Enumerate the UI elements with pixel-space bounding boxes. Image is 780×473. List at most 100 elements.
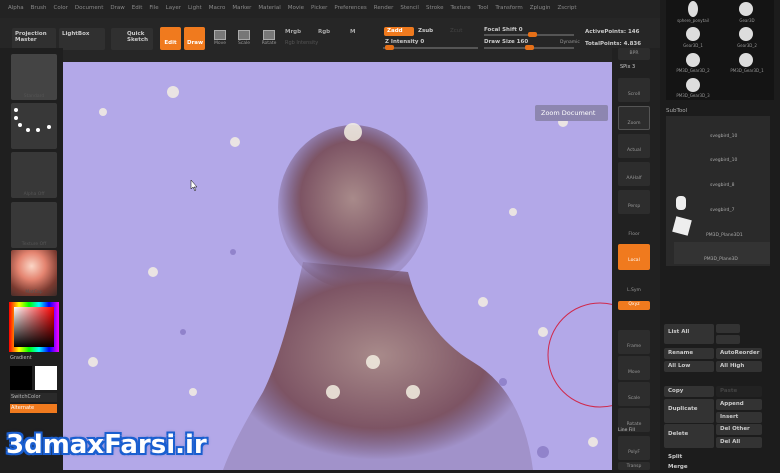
- shelf-spix[interactable]: SPix 3: [620, 64, 635, 70]
- zcut-button[interactable]: Zcut: [450, 28, 462, 34]
- scale-button[interactable]: Scale: [234, 30, 254, 46]
- copy-button[interactable]: Copy: [664, 386, 714, 397]
- menu-item-texture[interactable]: Texture: [451, 5, 471, 13]
- quick-sketch-button[interactable]: Quick Sketch: [111, 28, 153, 50]
- menu-item-marker[interactable]: Marker: [232, 5, 251, 13]
- menu-item-render[interactable]: Render: [374, 5, 394, 13]
- shelf-bpr[interactable]: BPR: [618, 48, 650, 60]
- color-square[interactable]: [14, 307, 54, 347]
- scale-icon: [238, 30, 250, 40]
- subtool-item[interactable]: svegbird_10: [674, 158, 770, 180]
- menu-item-tool[interactable]: Tool: [478, 5, 489, 13]
- alternate-button[interactable]: Alternate: [10, 404, 57, 413]
- dots-stroke-icon: [14, 108, 51, 132]
- menu-item-transform[interactable]: Transform: [495, 5, 522, 13]
- lightbox-button[interactable]: LightBox: [59, 28, 105, 50]
- subtool-title[interactable]: SubTool: [666, 108, 687, 114]
- projection-master-button[interactable]: Projection Master: [12, 28, 56, 50]
- menu-item-color[interactable]: Color: [54, 5, 68, 13]
- z-intensity-slider[interactable]: [383, 45, 478, 50]
- del-other-button[interactable]: Del Other: [716, 424, 762, 435]
- shelf-line-fill[interactable]: Line Fill: [618, 428, 635, 433]
- menu-item-alpha[interactable]: Alpha: [8, 5, 24, 13]
- draw-button[interactable]: Draw: [184, 27, 205, 50]
- shelf-actual[interactable]: Actual: [618, 134, 650, 158]
- menu-item-edit[interactable]: Edit: [132, 5, 143, 13]
- all-low-button[interactable]: All Low: [664, 361, 714, 372]
- subtool-item[interactable]: svegbird_10: [674, 134, 770, 156]
- shelf-floor[interactable]: Floor: [618, 218, 650, 242]
- mrgb-button[interactable]: Mrgb: [285, 29, 301, 35]
- zsub-button[interactable]: Zsub: [418, 28, 433, 34]
- menu-item-material[interactable]: Material: [258, 5, 280, 13]
- primary-color-swatch[interactable]: [10, 366, 32, 390]
- texture-thumb[interactable]: Texture Off: [11, 202, 57, 248]
- rgb-intensity-slider[interactable]: Rgb Intensity: [285, 40, 318, 46]
- shelf-move[interactable]: Move: [618, 356, 650, 380]
- menu-item-picker[interactable]: Picker: [311, 5, 327, 13]
- material-thumb[interactable]: MatCap: [11, 250, 57, 296]
- m-button[interactable]: M: [350, 29, 355, 35]
- append-button[interactable]: Append: [716, 399, 762, 410]
- draw-size-slider[interactable]: [484, 45, 574, 50]
- menu-item-layer[interactable]: Layer: [166, 5, 181, 13]
- list-all-button[interactable]: List All: [664, 324, 714, 344]
- focal-shift-slider[interactable]: [484, 32, 574, 37]
- brush-label: Standard: [23, 94, 45, 99]
- draw-size-label: Draw Size 160: [484, 39, 529, 45]
- menu-item-stencil[interactable]: Stencil: [400, 5, 419, 13]
- menu-item-preferences[interactable]: Preferences: [334, 5, 366, 13]
- shelf-polyf[interactable]: PolyF: [618, 436, 650, 460]
- menu-item-movie[interactable]: Movie: [288, 5, 304, 13]
- active-points: ActivePoints: 146: [585, 29, 640, 35]
- zadd-button[interactable]: Zadd: [384, 27, 414, 36]
- all-high-button[interactable]: All High: [716, 361, 762, 372]
- shelf-persp[interactable]: Persp: [618, 190, 650, 214]
- shelf-frame[interactable]: Frame: [618, 330, 650, 354]
- color-picker[interactable]: [9, 302, 59, 352]
- menu-item-stroke[interactable]: Stroke: [426, 5, 444, 13]
- shelf-qxyz[interactable]: Qxyz: [618, 301, 650, 310]
- rotate-button[interactable]: Rotate: [259, 30, 279, 46]
- move-up-button[interactable]: [716, 324, 740, 333]
- shelf-lsym[interactable]: L.Sym: [618, 274, 650, 298]
- move-button[interactable]: Move: [210, 30, 230, 46]
- rename-button[interactable]: Rename: [664, 348, 714, 359]
- menu-item-macro[interactable]: Macro: [209, 5, 226, 13]
- stroke-thumb[interactable]: Dots: [11, 103, 85, 149]
- delete-button[interactable]: Delete: [664, 424, 714, 448]
- del-all-button[interactable]: Del All: [716, 437, 762, 448]
- paste-button[interactable]: Paste: [716, 386, 762, 397]
- menu-item-draw[interactable]: Draw: [110, 5, 124, 13]
- subtool-item[interactable]: svegbird_8: [674, 183, 770, 205]
- gradient-label[interactable]: Gradient: [10, 355, 32, 361]
- shelf-transp[interactable]: Transp: [618, 462, 650, 470]
- dynamic-toggle[interactable]: Dynamic: [560, 40, 580, 45]
- scale-label: Scale: [237, 41, 251, 46]
- rgb-button[interactable]: Rgb: [318, 29, 330, 35]
- watermark-logo: 3dmaxFarsi.ir: [6, 430, 207, 460]
- shelf-scale[interactable]: Scale: [618, 382, 650, 406]
- menu-item-brush[interactable]: Brush: [31, 5, 47, 13]
- secondary-color-swatch[interactable]: [35, 366, 57, 390]
- shelf-zoom[interactable]: Zoom: [618, 106, 650, 130]
- alpha-thumb[interactable]: Alpha Off: [11, 152, 57, 198]
- duplicate-button[interactable]: Duplicate: [664, 399, 714, 423]
- insert-button[interactable]: Insert: [716, 412, 762, 423]
- menu-item-document[interactable]: Document: [75, 5, 104, 13]
- menu-item-zplugin[interactable]: Zplugin: [530, 5, 551, 13]
- merge-button[interactable]: Merge: [664, 462, 714, 473]
- move-down-button[interactable]: [716, 335, 740, 344]
- brush-thumb[interactable]: Standard: [11, 54, 57, 100]
- shelf-scroll[interactable]: Scroll: [618, 78, 650, 102]
- menu-item-file[interactable]: File: [149, 5, 158, 13]
- document-canvas[interactable]: Zoom Document: [63, 62, 612, 470]
- switch-color-button[interactable]: SwitchColor: [10, 393, 57, 402]
- autoreorder-button[interactable]: AutoReorder: [716, 348, 762, 359]
- subtool-item-selected[interactable]: PM3D_Plane3D: [674, 242, 770, 264]
- shelf-local[interactable]: Local: [618, 244, 650, 270]
- menu-item-zscript[interactable]: Zscript: [557, 5, 576, 13]
- menu-item-light[interactable]: Light: [188, 5, 202, 13]
- shelf-aahalf[interactable]: AAHalf: [618, 162, 650, 186]
- edit-button[interactable]: Edit: [160, 27, 181, 50]
